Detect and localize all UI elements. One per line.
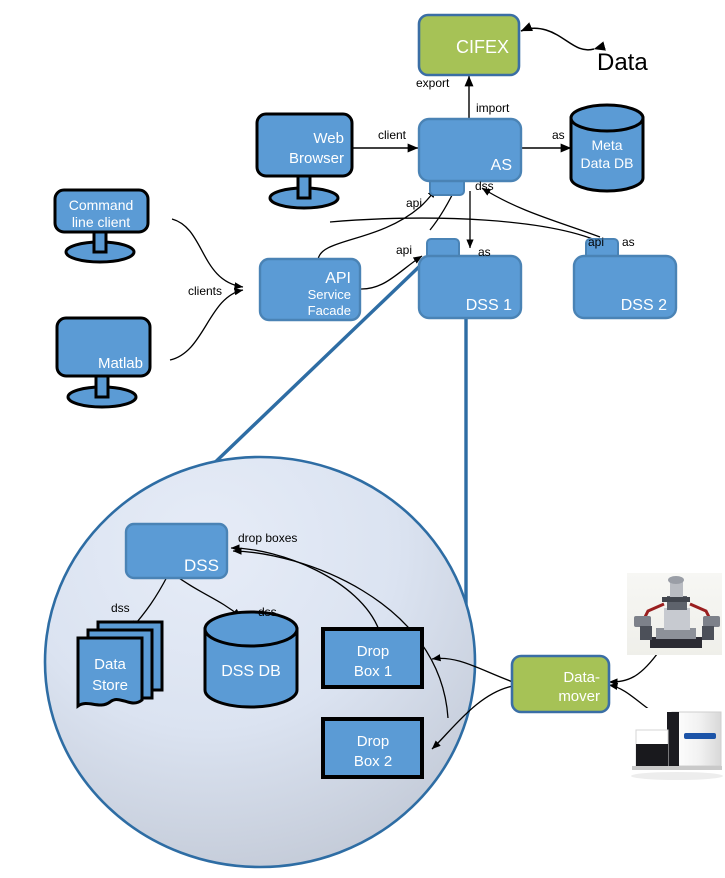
edge-cifex-data	[520, 22, 606, 51]
edge-labels-top: export import client as clients api api …	[188, 76, 635, 298]
node-data-store[interactable]: Data Store	[76, 620, 164, 709]
edge-label-as-metadb: as	[552, 128, 565, 142]
node-dss-detail-label: DSS	[184, 556, 219, 575]
edge-label-dss-dssdb: dss	[258, 605, 277, 619]
node-data-mover-label-1: Data-	[563, 669, 600, 686]
node-drop-box-1-label-1: Drop	[357, 643, 390, 660]
edge-label-api-dss1: api	[396, 243, 412, 257]
edge-as-dss2	[329, 217, 615, 250]
edge-label-dss: dss	[475, 179, 494, 193]
node-api-service-facade[interactable]: API Service Facade	[258, 257, 362, 322]
architecture-diagram: CIFEX Data AS Meta Data DB Web Browser C…	[43, 13, 723, 869]
edge-label-api-dss2: api	[588, 235, 604, 249]
node-data-mover[interactable]: Data- mover	[510, 654, 611, 714]
node-drop-box-2-label-2: Box 2	[354, 753, 392, 770]
node-drop-box-2[interactable]: Drop Box 2	[321, 717, 424, 779]
edge-label-drop-boxes: drop boxes	[238, 531, 297, 545]
node-cmd-client-label-1: Command	[69, 197, 134, 213]
node-meta-db-label-1: Meta	[591, 137, 622, 153]
edges-top	[169, 22, 615, 361]
microscope-icon	[627, 573, 722, 655]
edge-dss2-as-dss	[481, 187, 601, 238]
node-dss-db-label: DSS DB	[221, 663, 281, 680]
node-meta-data-db[interactable]: Meta Data DB	[569, 103, 645, 193]
edge-matlab-facade	[169, 288, 244, 361]
node-web-browser[interactable]: Web Browser	[255, 112, 354, 210]
node-web-browser-label-2: Browser	[289, 150, 344, 167]
edge-label-import: import	[476, 101, 510, 115]
label-data: Data	[597, 49, 648, 76]
node-dss-detail[interactable]: DSS	[124, 522, 229, 580]
edge-label-client: client	[378, 128, 407, 142]
node-dss2-label: DSS 2	[621, 297, 667, 314]
node-matlab-label: Matlab	[98, 355, 143, 372]
node-drop-box-2-label-1: Drop	[357, 733, 390, 750]
edge-label-as-dss1: as	[478, 245, 491, 259]
node-data-mover-label-2: mover	[558, 688, 600, 705]
edge-label-api-as: api	[406, 196, 422, 210]
sequencer-icon	[631, 708, 723, 780]
node-dss-2[interactable]: DSS 2	[572, 238, 678, 320]
node-dss1-label: DSS 1	[466, 297, 512, 314]
node-meta-db-label-2: Data DB	[581, 155, 634, 171]
edge-label-as-dss2: as	[622, 235, 635, 249]
node-drop-box-1-label-2: Box 1	[354, 663, 392, 680]
edge-label-dss-datastore: dss	[111, 601, 130, 615]
node-as[interactable]: AS	[417, 117, 523, 196]
node-as-label: AS	[491, 157, 512, 174]
node-facade-label-2: Service	[308, 287, 351, 302]
node-data-store-label-2: Store	[92, 677, 128, 694]
node-cmd-client-label-2: line client	[72, 214, 130, 230]
node-data-store-label-1: Data	[94, 656, 126, 673]
node-facade-label-3: Facade	[308, 303, 351, 318]
node-web-browser-label-1: Web	[313, 130, 344, 147]
edge-label-export: export	[416, 76, 450, 90]
node-dss-1[interactable]: DSS 1	[417, 238, 523, 320]
diagram-canvas: CIFEX Data AS Meta Data DB Web Browser C…	[0, 0, 725, 878]
edge-cmdclient-facade	[171, 218, 244, 290]
node-cifex[interactable]: CIFEX	[417, 13, 521, 77]
node-command-line-client[interactable]: Command line client	[53, 188, 150, 264]
node-facade-label-1: API	[325, 270, 351, 287]
node-cifex-label: CIFEX	[456, 37, 509, 57]
edge-label-clients: clients	[188, 284, 222, 298]
node-drop-box-1[interactable]: Drop Box 1	[321, 627, 424, 689]
node-matlab[interactable]: Matlab	[55, 316, 152, 409]
node-dss-db[interactable]: DSS DB	[203, 610, 299, 709]
